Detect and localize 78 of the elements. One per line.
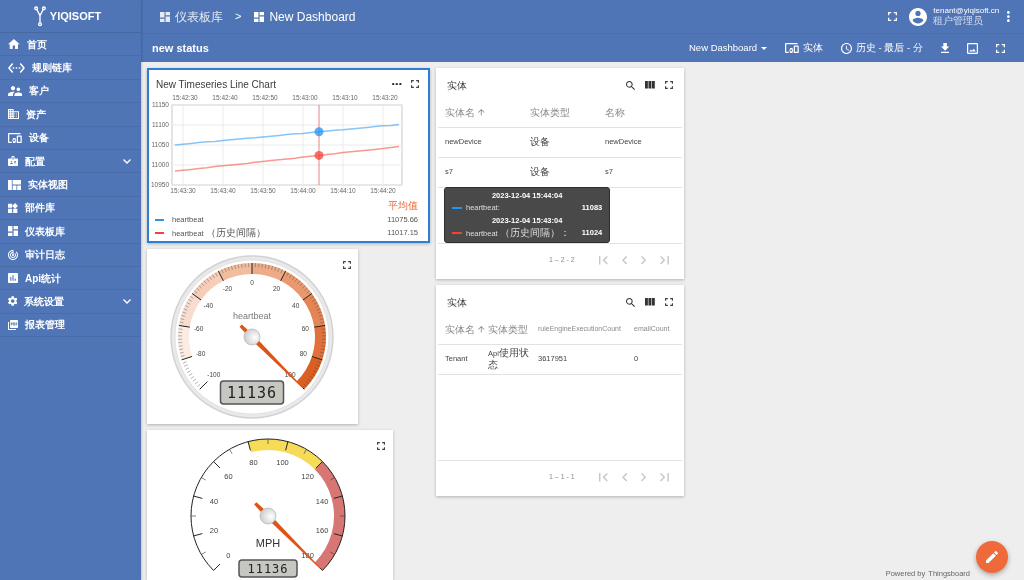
column-header[interactable]: 实体名 [438, 98, 530, 127]
pdf-file-icon [8, 319, 18, 330]
column-header[interactable]: 实体类型 [488, 315, 538, 344]
fullscreen-icon[interactable] [342, 261, 351, 269]
gauge-title: heartbeat [233, 311, 271, 322]
dashboard-select[interactable]: New Dashboard [689, 40, 768, 56]
dashboard-icon [254, 11, 265, 22]
radar-icon [8, 249, 18, 260]
gauge-value: 11136 [226, 383, 278, 402]
sidebar-item[interactable]: 审计日志 [0, 243, 141, 267]
search-icon[interactable] [626, 80, 636, 90]
download-icon[interactable] [940, 43, 949, 53]
breadcrumb-separator: > [235, 9, 242, 25]
fullscreen-icon[interactable] [996, 43, 1005, 53]
settings-icon [8, 296, 18, 307]
data-point-marker [314, 127, 324, 137]
widget-title: New Timeseries Line Chart [156, 77, 277, 92]
fullscreen-icon[interactable] [377, 442, 385, 450]
data-point-marker [314, 150, 324, 160]
table-cell: 设备 [530, 157, 605, 187]
caret-down-icon [761, 46, 768, 50]
column-header[interactable]: 名称 [605, 98, 682, 127]
pencil-icon [986, 551, 998, 563]
fullscreen-icon[interactable] [411, 80, 419, 88]
fullscreen-icon[interactable] [665, 298, 673, 306]
sidebar-item[interactable]: 设备 [0, 126, 141, 150]
needle-hub [259, 507, 277, 525]
widgets-icon [8, 202, 18, 213]
fullscreen-icon[interactable] [888, 12, 898, 21]
more-vert-icon[interactable] [1007, 11, 1010, 22]
sidebar-item[interactable]: 系统设置 [0, 290, 141, 314]
sidebar-item[interactable]: 配置 [0, 149, 141, 174]
gauge-value: 11136 [247, 561, 289, 576]
user-email: tenant@yiqisoft.cn [933, 6, 1000, 16]
widget-title: 实体 [447, 78, 467, 93]
breadcrumb-link[interactable]: 仪表板库 [160, 7, 223, 26]
sidebar-item[interactable]: 仪表板库 [0, 220, 141, 244]
clock-icon [840, 42, 852, 54]
home-icon [8, 39, 20, 50]
dashboard-title: new status [152, 40, 209, 56]
dashboard-icon [8, 226, 18, 237]
fullscreen-icon[interactable] [665, 81, 673, 89]
sidebar-item[interactable]: 实体视图 [0, 173, 141, 197]
column-header[interactable]: 实体名 [438, 315, 488, 344]
needle-hub [243, 328, 261, 346]
gauge-title: MPH [255, 536, 281, 549]
more-icon[interactable] [392, 82, 402, 86]
sidebar-item[interactable]: 规则链库 [0, 56, 141, 80]
view-columns-icon[interactable] [645, 81, 655, 89]
search-icon[interactable] [626, 297, 636, 307]
user-role: 租户管理员 [933, 15, 984, 27]
devices-icon [8, 132, 22, 143]
building-icon [8, 109, 20, 120]
devices-icon [785, 43, 799, 53]
quilt-layout-icon [8, 179, 22, 190]
breadcrumb-link[interactable]: New Dashboard [254, 7, 356, 26]
sidebar-item[interactable]: 客户 [0, 79, 141, 104]
table-cell: 设备 [530, 127, 605, 157]
legend-header: 平均值 [387, 200, 418, 213]
badge-icon [8, 156, 18, 167]
avatar-icon[interactable] [909, 7, 928, 26]
entities-button[interactable]: 实体 [785, 40, 823, 56]
view-columns-icon[interactable] [645, 298, 655, 306]
widget-title: 实体 [447, 295, 467, 310]
dashboard-icon [160, 11, 170, 22]
sidebar-item[interactable]: 部件库 [0, 196, 141, 221]
sidebar-item[interactable]: 报表管理 [0, 313, 141, 338]
edit-button[interactable] [976, 541, 1008, 573]
logo-icon [33, 5, 46, 27]
timewindow-button[interactable]: 历史 - 最后 - 分 [840, 40, 923, 56]
bar-chart-icon [8, 273, 18, 284]
sidebar-item[interactable]: 资产 [0, 103, 141, 127]
image-icon[interactable] [967, 42, 978, 54]
column-header[interactable]: 实体类型 [530, 98, 605, 127]
code-brackets-icon [8, 62, 25, 73]
people-icon [8, 85, 23, 96]
sidebar-item[interactable]: Api统计 [0, 266, 141, 291]
logo-text: YIQISOFT [49, 8, 102, 24]
